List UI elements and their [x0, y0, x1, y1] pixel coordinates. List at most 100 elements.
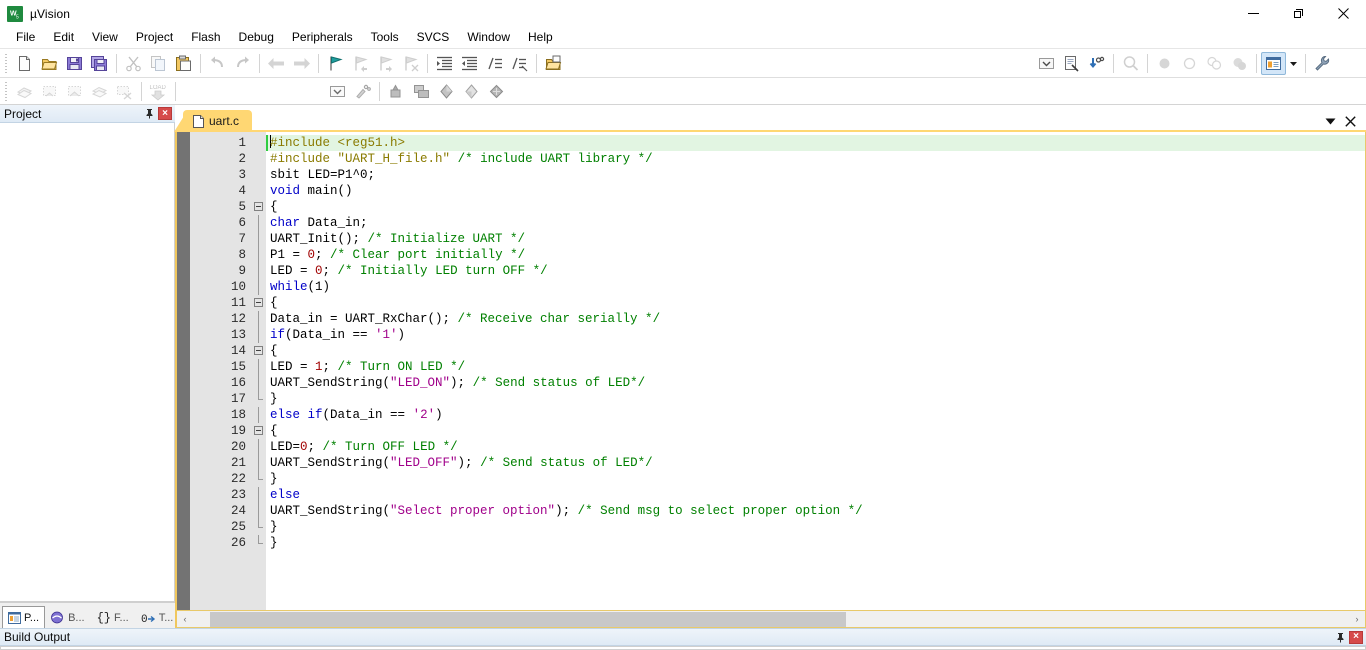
manage-runtime-environment-button[interactable] — [434, 80, 459, 103]
close-button[interactable] — [1321, 0, 1366, 27]
fold-collapse-icon[interactable] — [254, 298, 263, 307]
code-line[interactable]: } — [266, 519, 1365, 535]
code-line[interactable]: #include <reg51.h> — [266, 135, 1365, 151]
open-project-button[interactable] — [541, 52, 566, 75]
find-in-files-button[interactable] — [1084, 52, 1109, 75]
undo-button[interactable] — [205, 52, 230, 75]
menu-debug[interactable]: Debug — [230, 27, 283, 48]
code-line[interactable]: UART_SendString("LED_OFF"); /* Send stat… — [266, 455, 1365, 471]
indent-right-button[interactable] — [432, 52, 457, 75]
target-options-button[interactable] — [350, 80, 375, 103]
select-software-packs-button[interactable] — [459, 80, 484, 103]
toolbar-grip[interactable] — [4, 81, 9, 101]
code-line[interactable]: LED=0; /* Turn OFF LED */ — [266, 439, 1365, 455]
fold-collapse-icon[interactable] — [254, 426, 263, 435]
code-line[interactable]: LED = 1; /* Turn ON LED */ — [266, 359, 1365, 375]
kill-all-breakpoints-button[interactable] — [1227, 52, 1252, 75]
batch-build-button[interactable] — [87, 80, 112, 103]
code-line[interactable]: sbit LED=P1^0; — [266, 167, 1365, 183]
code-line[interactable]: } — [266, 391, 1365, 407]
menu-edit[interactable]: Edit — [44, 27, 83, 48]
menu-peripherals[interactable]: Peripherals — [283, 27, 362, 48]
build-button[interactable] — [37, 80, 62, 103]
project-panel-pin-button[interactable] — [142, 107, 156, 121]
bookmark-clear-button[interactable] — [398, 52, 423, 75]
menu-project[interactable]: Project — [127, 27, 182, 48]
select-target-button[interactable] — [325, 80, 350, 103]
uncomment-lines-button[interactable] — [507, 52, 532, 75]
rebuild-button[interactable] — [62, 80, 87, 103]
project-tab-functions[interactable]: {} F... — [91, 606, 135, 628]
fold-collapse-icon[interactable] — [254, 346, 263, 355]
active-files-dropdown-button[interactable] — [1323, 114, 1337, 128]
code-line[interactable]: { — [266, 199, 1365, 215]
menu-help[interactable]: Help — [519, 27, 562, 48]
code-line[interactable]: else if(Data_in == '2') — [266, 407, 1365, 423]
fold-collapse-icon[interactable] — [254, 202, 263, 211]
build-output-text[interactable] — [0, 646, 1366, 650]
code-text-area[interactable]: #include <reg51.h> #include "UART_H_file.… — [266, 132, 1365, 610]
paste-button[interactable] — [171, 52, 196, 75]
menu-file[interactable]: File — [7, 27, 44, 48]
fold-toggle[interactable] — [252, 423, 266, 439]
code-line[interactable]: UART_SendString("Select proper option");… — [266, 503, 1365, 519]
code-editor[interactable]: 1 2 3 4 5 6 7 8 9 10 11 12 13 14 15 16 17 18 19 20 21 22 23 24 2… — [175, 132, 1366, 611]
save-all-button[interactable] — [87, 52, 112, 75]
code-line[interactable]: Data_in = UART_RxChar(); /* Receive char… — [266, 311, 1365, 327]
code-line[interactable]: { — [266, 423, 1365, 439]
project-tab-templates[interactable]: 0 T... — [135, 606, 180, 628]
translate-button[interactable] — [12, 80, 37, 103]
bookmark-toggle-button[interactable] — [323, 52, 348, 75]
pack-installer-button[interactable] — [484, 80, 509, 103]
menu-flash[interactable]: Flash — [182, 27, 229, 48]
code-line[interactable]: { — [266, 343, 1365, 359]
breakpoint-menu-button[interactable] — [1034, 52, 1059, 75]
code-line[interactable]: void main() — [266, 183, 1365, 199]
insert-breakpoint-button[interactable] — [1152, 52, 1177, 75]
build-output-pin-button[interactable] — [1333, 630, 1347, 644]
configuration-button[interactable] — [1310, 52, 1335, 75]
maximize-button[interactable] — [1276, 0, 1321, 27]
editor-horizontal-scrollbar[interactable]: ‹ › — [175, 611, 1366, 628]
code-line[interactable]: #include "UART_H_file.h" /* include UART… — [266, 151, 1365, 167]
bookmark-next-button[interactable] — [373, 52, 398, 75]
code-line[interactable]: P1 = 0; /* Clear port initially */ — [266, 247, 1365, 263]
scroll-left-button[interactable]: ‹ — [177, 611, 193, 627]
minimize-button[interactable] — [1231, 0, 1276, 27]
code-line[interactable]: UART_Init(); /* Initialize UART */ — [266, 231, 1365, 247]
menu-window[interactable]: Window — [458, 27, 519, 48]
download-button[interactable]: LOAD — [146, 80, 171, 103]
bookmark-prev-button[interactable] — [348, 52, 373, 75]
project-panel-close-button[interactable]: × — [158, 107, 172, 120]
multi-project-button[interactable] — [409, 80, 434, 103]
code-line[interactable]: if(Data_in == '1') — [266, 327, 1365, 343]
code-line[interactable]: } — [266, 471, 1365, 487]
enable-breakpoint-button[interactable] — [1177, 52, 1202, 75]
menu-tools[interactable]: Tools — [362, 27, 408, 48]
toolbar-grip[interactable] — [4, 53, 9, 73]
fold-toggle[interactable] — [252, 295, 266, 311]
menu-svcs[interactable]: SVCS — [408, 27, 459, 48]
project-tree[interactable] — [0, 123, 175, 602]
open-file-button[interactable] — [37, 52, 62, 75]
code-line[interactable]: UART_SendString("LED_ON"); /* Send statu… — [266, 375, 1365, 391]
scrollbar-thumb[interactable] — [210, 611, 847, 627]
fold-toggle[interactable] — [252, 199, 266, 215]
menu-view[interactable]: View — [83, 27, 127, 48]
code-line[interactable]: else — [266, 487, 1365, 503]
window-layout-dropdown-button[interactable] — [1286, 52, 1301, 75]
save-button[interactable] — [62, 52, 87, 75]
manage-project-items-button[interactable] — [384, 80, 409, 103]
code-line[interactable]: while(1) — [266, 279, 1365, 295]
code-line[interactable]: { — [266, 295, 1365, 311]
code-line[interactable]: } — [266, 535, 1365, 551]
fold-toggle[interactable] — [252, 343, 266, 359]
text-search-button[interactable] — [1118, 52, 1143, 75]
project-tab-books[interactable]: B... — [45, 606, 91, 628]
project-tab-project[interactable]: P... — [2, 606, 46, 628]
document-tab-uart-c[interactable]: uart.c — [183, 110, 253, 132]
code-line[interactable]: LED = 0; /* Initially LED turn OFF */ — [266, 263, 1365, 279]
window-layout-button[interactable] — [1261, 51, 1286, 75]
cut-button[interactable] — [121, 52, 146, 75]
scroll-right-button[interactable]: › — [1349, 611, 1365, 627]
